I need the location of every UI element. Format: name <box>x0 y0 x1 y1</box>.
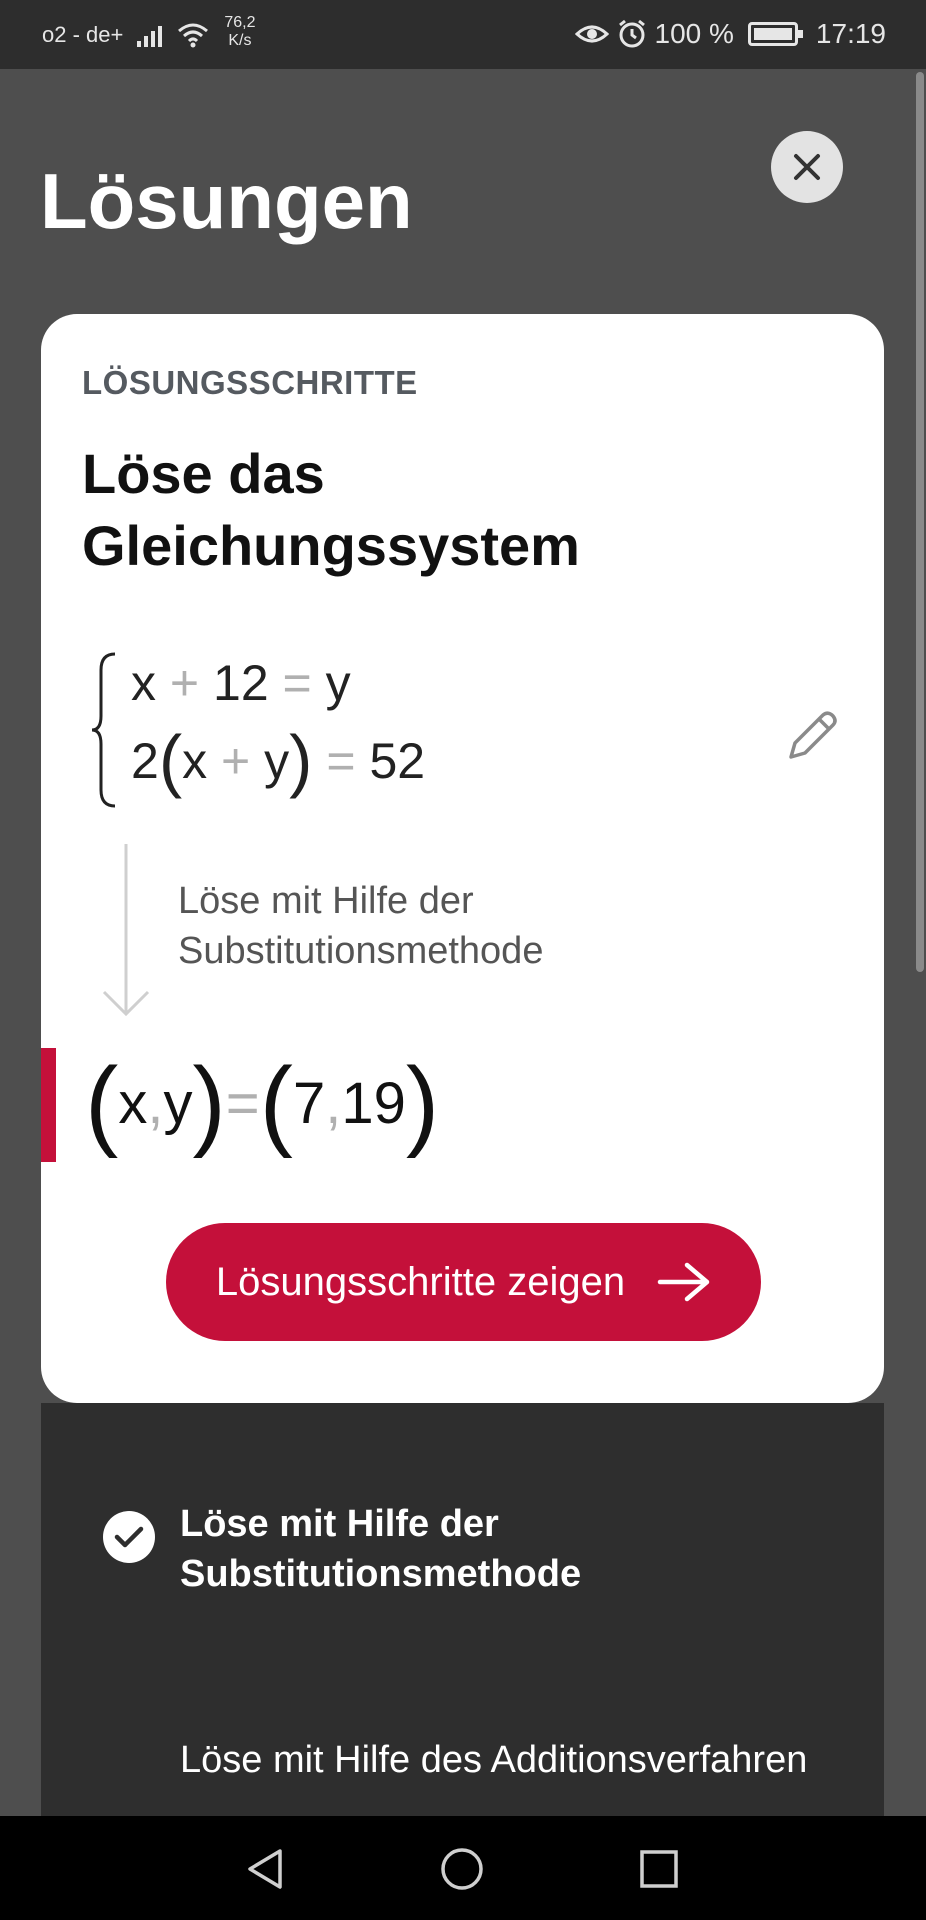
pencil-icon[interactable] <box>783 707 841 765</box>
eq2-plus: + <box>221 733 251 789</box>
method-label-substitution: Löse mit Hilfe der Substitutionsmethode <box>180 1503 582 1595</box>
show-steps-label: Lösungsschritte zeigen <box>215 1259 626 1304</box>
clock-time: 17:19 <box>815 18 886 49</box>
eq2-close-paren: ) <box>289 721 313 799</box>
result-equals: = <box>225 1070 260 1136</box>
eq1-rhs: y <box>325 655 351 711</box>
eq2-b: y <box>264 733 290 789</box>
methods-panel: Löse mit Hilfe der Substitutionsmethode … <box>41 1403 884 1816</box>
equation-line-1: x + 12 = y <box>131 654 351 712</box>
checkmark-icon <box>114 1526 144 1548</box>
alarm-icon <box>618 19 645 48</box>
eye-comfort-icon <box>574 25 609 43</box>
close-button[interactable] <box>771 131 843 203</box>
result-lhs-y: y <box>163 1070 193 1136</box>
result-rhs-separator: , <box>325 1070 342 1136</box>
check-circle-icon <box>103 1511 155 1563</box>
method-label-addition: Löse mit Hilfe des Additionsverfahren <box>180 1739 808 1781</box>
eq1-lhs: x <box>131 655 156 711</box>
result-lhs-separator: , <box>147 1070 164 1136</box>
eq1-equals: = <box>282 655 312 711</box>
result-rhs-paren-close: ) <box>405 1047 440 1159</box>
eq2-equals: = <box>326 733 356 789</box>
eq2-rhs: 52 <box>369 733 426 789</box>
back-triangle-icon[interactable] <box>242 1846 288 1892</box>
battery-percent: 100 % <box>654 18 734 49</box>
status-bar-right: 100 % 17:19 <box>574 18 886 50</box>
arrow-right-icon <box>657 1262 710 1302</box>
result-rhs-7: 7 <box>292 1070 326 1136</box>
result-rhs-19: 19 <box>341 1070 406 1136</box>
equation-line-2: 2(x + y) = 52 <box>131 720 425 800</box>
recents-square-icon[interactable] <box>636 1846 682 1892</box>
scrollbar[interactable] <box>916 72 924 972</box>
result-lhs-x: x <box>118 1070 148 1136</box>
result-rhs-paren-open: ( <box>259 1047 293 1159</box>
close-icon <box>794 154 820 180</box>
eq2-open-paren: ( <box>158 721 183 799</box>
page-title: Lösungen <box>40 157 413 245</box>
signal-icon <box>137 23 163 47</box>
data-rate: 76,2 K/s <box>224 14 255 50</box>
card-title: Löse das Gleichungssystem <box>82 442 580 577</box>
eq2-a: x <box>182 733 208 789</box>
battery-icon <box>747 22 803 46</box>
result-marker <box>41 1048 56 1162</box>
equation-system: x + 12 = y 2(x + y) = 52 <box>89 650 509 810</box>
step-arrow-icon <box>102 844 150 1017</box>
data-rate-unit: K/s <box>228 32 252 49</box>
result-expression: ( x , y ) = ( 7 , 19 ) <box>85 1038 439 1168</box>
eq1-term: 12 <box>213 655 269 711</box>
home-circle-icon[interactable] <box>439 1846 485 1892</box>
data-rate-value: 76,2 <box>224 14 256 31</box>
status-bar-left: o2 - de+ 76,2 K/s <box>42 14 255 50</box>
card-eyebrow: LÖSUNGSSCHRITTE <box>82 364 418 401</box>
eq1-plus: + <box>169 655 200 711</box>
wifi-icon <box>178 23 209 48</box>
show-steps-button[interactable]: Lösungsschritte zeigen <box>166 1223 761 1341</box>
status-bar: o2 - de+ 76,2 K/s 100 % 17:19 <box>0 0 926 69</box>
result-paren-open: ( <box>85 1047 119 1159</box>
eq2-coef: 2 <box>131 733 159 789</box>
solution-card: LÖSUNGSSCHRITTE Löse das Gleichungssyste… <box>41 314 884 1403</box>
result-paren-close: ) <box>192 1047 226 1159</box>
carrier-label: o2 - de+ <box>42 22 124 47</box>
navigation-bar <box>0 1816 926 1920</box>
step-description: Löse mit Hilfe der Substitutionsmethode <box>178 880 544 972</box>
curly-brace-icon <box>91 652 116 808</box>
